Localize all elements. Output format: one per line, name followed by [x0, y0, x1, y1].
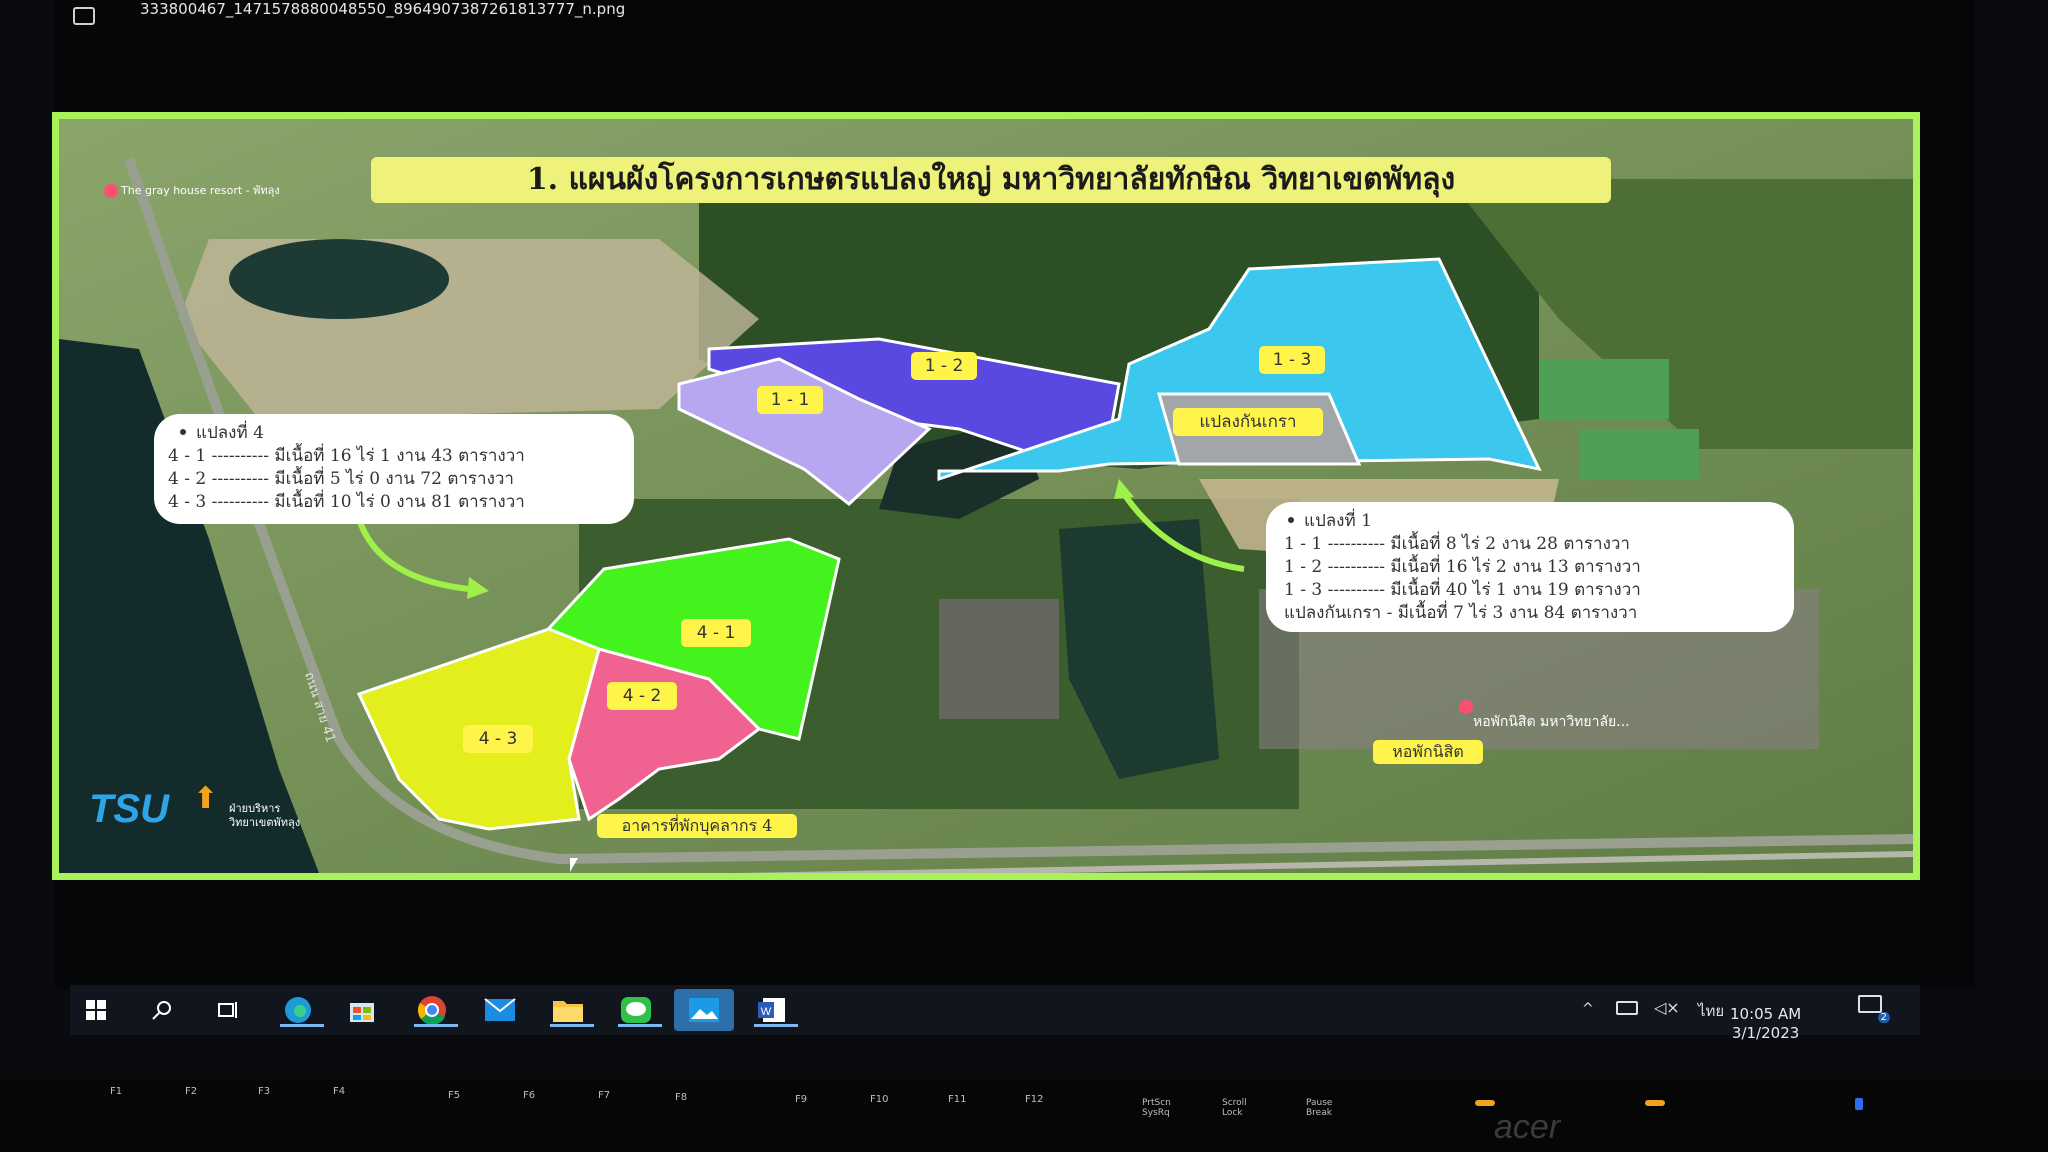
search-icon[interactable] [144, 993, 180, 1027]
staff-building-label: อาคารที่พักบุคลากร 4 [597, 814, 797, 838]
active-indicator [618, 1024, 662, 1027]
key-f11: F11 [948, 1094, 967, 1105]
key-f12: F12 [1025, 1094, 1044, 1105]
pond [229, 239, 449, 319]
callout-plot1-row: 1 - 1 ---------- มีเนื้อที่ 8 ไร่ 2 งาน … [1284, 534, 1630, 554]
key-prtscn: PrtScn SysRq [1142, 1098, 1171, 1118]
green-field [1579, 429, 1699, 479]
presentation-slide: 1. แผนผังโครงการเกษตรแปลงใหญ่ มหาวิทยาลั… [52, 112, 1920, 880]
store-icon[interactable] [344, 993, 380, 1027]
indicator-led [1645, 1100, 1665, 1106]
svg-text:W: W [761, 1006, 772, 1018]
word-icon[interactable]: W [750, 993, 798, 1027]
task-view-icon[interactable] [210, 993, 246, 1027]
plot-label-1-3: 1 - 3 [1259, 346, 1325, 374]
callout-plot1-row: แปลงกันเกรา - มีเนื้อที่ 7 ไร่ 3 งาน 84 … [1284, 603, 1638, 623]
key-f2: F2 [185, 1086, 198, 1097]
plot-label-4-3: 4 - 3 [463, 725, 533, 753]
mail-icon[interactable] [478, 993, 522, 1027]
tsu-logo: TSU ⬆ ฝ่ายบริหาร วิทยาเขตพัทลุง [89, 781, 309, 841]
green-field [1539, 359, 1669, 419]
window-filename: 333800467_1471578880048550_8964907387261… [140, 0, 626, 18]
logo-subtitle-line2: วิทยาเขตพัทลุง [229, 816, 301, 829]
active-indicator [414, 1024, 458, 1027]
key-f7: F7 [598, 1090, 611, 1101]
plot-label-buffer: แปลงกันเกรา [1173, 408, 1323, 436]
clock-date: 3/1/2023 [1731, 1024, 1800, 1042]
callout-plot4-row: 4 - 2 ---------- มีเนื้อที่ 5 ไร่ 0 งาน … [168, 469, 514, 489]
indicator-led [1475, 1100, 1495, 1106]
building-cluster [939, 599, 1059, 719]
plot-label-4-1: 4 - 1 [681, 619, 751, 647]
map-pin-label: The gray house resort - พัทลุง [121, 184, 280, 197]
keyboard-brand-logo: acer [1494, 1108, 1561, 1146]
callout-plot1: แปลงที่ 1 1 - 1 ---------- มีเนื้อที่ 8 … [1266, 502, 1794, 632]
windows-start-icon[interactable] [78, 993, 114, 1027]
callout-plot1-row: 1 - 2 ---------- มีเนื้อที่ 16 ไร่ 2 งาน… [1284, 557, 1641, 577]
notification-count: 2 [1877, 1012, 1890, 1023]
photos-icon[interactable] [674, 989, 734, 1031]
key-f8: F8 [675, 1092, 688, 1103]
map-pin-icon [104, 184, 118, 198]
plot-label-1-1: 1 - 1 [757, 386, 823, 414]
key-pause-break: Pause Break [1306, 1098, 1333, 1118]
map-pin-icon [1459, 700, 1473, 714]
notification-bubble-icon [1858, 995, 1882, 1013]
volume-muted-icon[interactable]: ◁× [1654, 998, 1680, 1017]
clock-time: 10:05 AM [1730, 1005, 1802, 1023]
callout-plot1-row: 1 - 3 ---------- มีเนื้อที่ 40 ไร่ 1 งาน… [1284, 580, 1641, 600]
chrome-icon[interactable] [410, 993, 458, 1027]
callout-plot4: แปลงที่ 4 4 - 1 ---------- มีเนื้อที่ 16… [154, 414, 634, 524]
active-indicator [280, 1024, 324, 1027]
dormitory-label: หอพักนิสิต [1373, 740, 1483, 764]
show-hidden-icons-chevron-icon[interactable]: ^ [1582, 1001, 1594, 1017]
key-f9: F9 [795, 1094, 808, 1105]
photos-app-icon [73, 7, 95, 25]
line-icon[interactable] [614, 993, 662, 1027]
dorm-pin-label: หอพักนิสิต มหาวิทยาลัย... [1473, 714, 1630, 730]
windows-taskbar: W ^ ◁× ไทย 2 [70, 985, 1920, 1035]
active-indicator [550, 1024, 594, 1027]
key-f4: F4 [333, 1086, 346, 1097]
input-language[interactable]: ไทย [1698, 999, 1724, 1023]
callout-plot4-row: 4 - 1 ---------- มีเนื้อที่ 16 ไร่ 1 งาน… [168, 446, 525, 466]
mouse-cursor-icon [570, 858, 578, 872]
logo-arrow-icon: ⬆ [193, 781, 219, 816]
key-f6: F6 [523, 1090, 536, 1101]
key-f10: F10 [870, 1094, 889, 1105]
key-f5: F5 [448, 1090, 461, 1101]
callout-plot4-row: 4 - 3 ---------- มีเนื้อที่ 10 ไร่ 0 งาน… [168, 492, 525, 512]
network-icon[interactable] [1616, 1001, 1638, 1015]
callout-plot1-heading: แปลงที่ 1 [1284, 510, 1776, 533]
tsu-logo-text: TSU [89, 787, 169, 831]
indicator-led-blue [1855, 1098, 1863, 1110]
keyboard: F1 F2 F3 F4 F5 F6 F7 F8 F9 F10 F11 F12 P… [0, 1080, 2048, 1152]
callout-plot4-heading: แปลงที่ 4 [168, 422, 620, 445]
file-explorer-icon[interactable] [546, 993, 594, 1027]
key-f3: F3 [258, 1086, 271, 1097]
notification-center-icon[interactable]: 2 [1858, 995, 1890, 1023]
plot-label-4-2: 4 - 2 [607, 682, 677, 710]
edge-icon[interactable] [276, 993, 324, 1027]
plot-label-1-2: 1 - 2 [911, 352, 977, 380]
key-f1: F1 [110, 1086, 123, 1097]
active-indicator [754, 1024, 798, 1027]
key-scroll-lock: Scroll Lock [1222, 1098, 1247, 1118]
slide-title: 1. แผนผังโครงการเกษตรแปลงใหญ่ มหาวิทยาลั… [371, 157, 1611, 203]
taskbar-clock[interactable]: 10:05 AM 3/1/2023 [1730, 1005, 1801, 1043]
